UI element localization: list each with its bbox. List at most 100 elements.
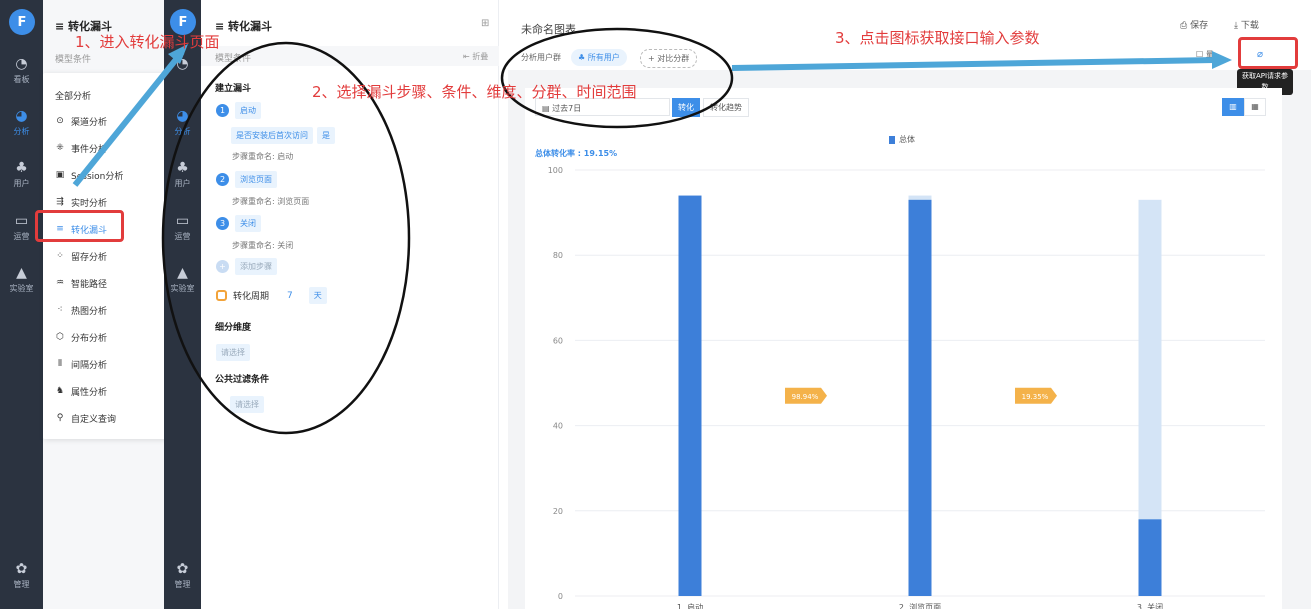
nav-label: 分析 xyxy=(13,127,30,136)
x-tick-label: 2. 浏览页面 xyxy=(899,602,941,609)
annotation-3: 3、点击图标获取接口输入参数 xyxy=(835,29,1040,47)
menu-label: 分布分析 xyxy=(71,333,108,344)
nav-dashboard[interactable]: ◔ 看板 xyxy=(0,56,43,85)
add-step-button[interactable]: + 添加步骤 xyxy=(216,258,277,275)
menu-label: 智能路径 xyxy=(71,279,108,290)
x-tick-label: 3. 关闭 xyxy=(1137,602,1163,609)
nav-label: 看板 xyxy=(13,75,30,84)
menu-label: 渠道分析 xyxy=(71,117,108,128)
filter-prop[interactable]: 是否安装后首次访问 xyxy=(231,127,313,144)
step-name[interactable]: 浏览页面 xyxy=(235,171,277,188)
menu-item[interactable]: ⁘ 留存分析 xyxy=(55,247,160,265)
analysis-menu: 全部分析 ⊙ 渠道分析 ⁜ 事件分析 ▣ Session分析 ⇶ 实时分析 ≡ 转化漏斗 … xyxy=(43,73,166,439)
bar xyxy=(1138,519,1162,596)
period-label: 转化周期 xyxy=(233,292,270,302)
attribute-icon: ♞ xyxy=(55,386,65,396)
nav-admin[interactable]: ✿ 管理 xyxy=(164,561,201,590)
nav-operations[interactable]: ▭ 运营 xyxy=(164,213,201,242)
menu-item[interactable]: ⁖ 热图分析 xyxy=(55,301,160,319)
menu-item[interactable]: ⚲ 自定义查询 xyxy=(55,409,160,427)
step-name[interactable]: 启动 xyxy=(235,102,261,119)
realtime-icon: ⇶ xyxy=(56,197,64,207)
menu-item[interactable]: ⊙ 渠道分析 xyxy=(55,112,160,130)
heatmap-icon: ⁖ xyxy=(57,305,63,315)
nav-users[interactable]: ♣ 用户 xyxy=(164,160,201,189)
chart-title[interactable]: 未命名图表 xyxy=(521,21,576,37)
y-tick-label: 100 xyxy=(548,166,563,175)
funnel-step[interactable]: 3 关闭 xyxy=(216,215,261,232)
collapse-button[interactable]: ⇤ 折叠 xyxy=(463,51,488,62)
main-nav-2: F ◔ ◕ 分析 ♣ 用户 ▭ 运营 ▲ 实验室 ✿ 管理 xyxy=(164,0,201,609)
main-nav: F ◔ 看板 ◕ 分析 ♣ 用户 ▭ 运营 ▲ 实验室 ✿ 管理 xyxy=(0,0,43,609)
step-number: 3 xyxy=(216,217,229,230)
step-rename[interactable]: 步骤重命名: 浏览页面 xyxy=(232,196,309,207)
users-icon: ♣ xyxy=(578,53,588,62)
nav-dashboard[interactable]: ◔ xyxy=(164,56,201,74)
chart-card: ▤ 过去7日 转化 转化趋势 ▥ ▦ 总体 总体转化率 : 19.15% 0 20… xyxy=(525,88,1282,609)
legend[interactable]: 总体 xyxy=(889,134,915,145)
nav-analysis[interactable]: ◕ 分析 xyxy=(164,108,201,137)
download-button[interactable]: ⤓ 下载 xyxy=(1234,18,1259,31)
section-dimension: 细分维度 xyxy=(215,323,252,333)
flask-icon: ▲ xyxy=(16,265,27,281)
y-tick-label: 60 xyxy=(553,336,563,345)
menu-item[interactable]: ⫴ 间隔分析 xyxy=(55,355,160,373)
menu-label: 实时分析 xyxy=(71,198,108,209)
y-tick-label: 20 xyxy=(553,507,563,516)
bar xyxy=(678,195,702,596)
nav-admin[interactable]: ✿ 管理 xyxy=(0,561,43,590)
dimension-select[interactable]: 请选择 xyxy=(216,340,250,361)
annotation-2: 2、选择漏斗步骤、条件、维度、分群、时间范围 xyxy=(312,83,637,101)
nav-analysis[interactable]: ◕ 分析 xyxy=(0,108,43,137)
retention-icon: ⁘ xyxy=(56,251,64,261)
menu-label: Session分析 xyxy=(71,171,124,182)
section-filter: 公共过滤条件 xyxy=(215,375,270,385)
collapse-label: 折叠 xyxy=(472,52,489,61)
step-rename[interactable]: 步骤重命名: 启动 xyxy=(232,151,293,162)
save-icon: ⎙ xyxy=(1180,21,1191,31)
date-range-value: 过去7日 xyxy=(552,104,582,113)
bar-chart-icon[interactable]: ▥ xyxy=(1222,98,1244,116)
checkbox[interactable]: ☐ 量 xyxy=(1196,49,1214,60)
step-filter[interactable]: 是否安装后首次访问是 xyxy=(231,127,335,144)
nav-lab[interactable]: ▲ 实验室 xyxy=(164,265,201,294)
menu-label: 热图分析 xyxy=(71,306,108,317)
session-icon: ▣ xyxy=(55,170,65,180)
filter-value[interactable]: 是 xyxy=(317,127,335,144)
chart-icon: ▭ xyxy=(175,213,190,229)
table-icon[interactable]: ▦ xyxy=(1244,98,1266,116)
group-selector[interactable]: ♣ 所有用户 xyxy=(571,49,627,66)
menu-item[interactable]: ⬡ 分布分析 xyxy=(55,328,160,346)
tab-trend[interactable]: 转化趋势 xyxy=(703,98,749,117)
flask-icon: ▲ xyxy=(177,265,188,281)
step-number: 2 xyxy=(216,173,229,186)
save-label: 保存 xyxy=(1190,21,1209,31)
collapse-icon: ⇤ xyxy=(463,52,473,61)
period-value[interactable]: 7 xyxy=(287,291,293,301)
menu-item[interactable]: ♒ 智能路径 xyxy=(55,274,160,292)
menu-item[interactable]: ⁜ 事件分析 xyxy=(55,139,160,157)
period-unit[interactable]: 天 xyxy=(308,287,327,304)
legend-label: 总体 xyxy=(899,135,915,144)
funnel-step[interactable]: 2 浏览页面 xyxy=(216,171,277,188)
nav-lab[interactable]: ▲ 实验室 xyxy=(0,265,43,294)
step-name[interactable]: 关闭 xyxy=(235,215,261,232)
dimension-placeholder: 请选择 xyxy=(216,344,250,361)
menu-item[interactable]: ♞ 属性分析 xyxy=(55,382,160,400)
save-button[interactable]: ⎙ 保存 xyxy=(1180,18,1208,31)
filter-icon: ≡ xyxy=(55,20,69,33)
filter-select[interactable]: 请选择 xyxy=(230,392,264,413)
menu-item[interactable]: ▣ Session分析 xyxy=(55,166,160,184)
nav-users[interactable]: ♣ 用户 xyxy=(0,160,43,189)
menu-label: 属性分析 xyxy=(71,387,108,398)
tab-conversion[interactable]: 转化 xyxy=(672,98,700,117)
step-rename[interactable]: 步骤重命名: 关闭 xyxy=(232,240,293,251)
menu-item[interactable]: ⇶ 实时分析 xyxy=(55,193,160,211)
grid-icon[interactable]: ⊞ xyxy=(481,18,489,29)
nav-label: 实验室 xyxy=(170,284,195,293)
conversion-period: 转化周期 7 天 xyxy=(216,287,327,304)
compare-group-button[interactable]: + 对比分群 xyxy=(640,49,698,68)
funnel-bar-chart: 0 20 40 60 80 100 1. 启动 2. 浏览页面 3. 关闭 98.94% 19.35… xyxy=(548,166,1265,609)
avatar[interactable]: F xyxy=(9,9,35,35)
funnel-step[interactable]: 1 启动 xyxy=(216,102,261,119)
